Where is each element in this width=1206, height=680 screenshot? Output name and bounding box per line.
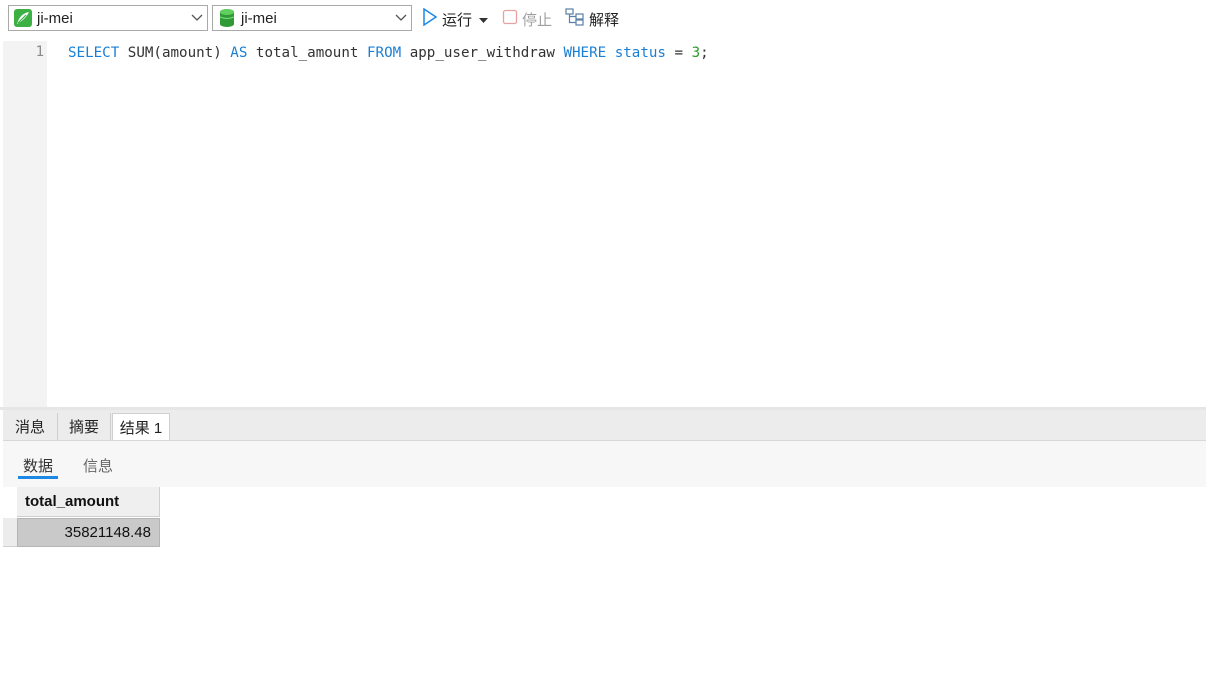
tab-label: 结果 1 — [119, 419, 163, 437]
database-select[interactable]: ji-mei — [212, 5, 412, 31]
column-header-label: total_amount — [25, 493, 120, 510]
caret-down-icon[interactable] — [479, 11, 489, 28]
tab-result-1[interactable]: 结果 1 — [112, 413, 170, 440]
sql-line[interactable]: SELECT SUM(amount) AS total_amount FROM … — [68, 43, 709, 63]
sql-text: SUM(amount) — [119, 45, 231, 61]
sql-keyword: WHERE — [563, 45, 607, 61]
table-cell[interactable]: 35821148.48 — [17, 518, 160, 547]
sql-text: app_user_withdraw — [401, 45, 564, 61]
line-number: 1 — [35, 44, 44, 60]
tab-label: 摘要 — [68, 419, 99, 436]
result-tabs: 消息 摘要 结果 1 — [3, 410, 1206, 441]
sql-text: = — [665, 45, 692, 61]
toolbar: ji-mei ji-mei 运行 停止 解释 — [0, 0, 1206, 38]
explain-label: 解释 — [589, 11, 620, 29]
sql-keyword: status — [614, 45, 666, 61]
database-label: ji-mei — [241, 9, 277, 27]
result-grid: total_amount 35821148.48 — [3, 487, 1206, 680]
play-icon — [422, 7, 438, 30]
chevron-down-icon — [391, 8, 411, 28]
sql-text: total_amount — [247, 45, 367, 61]
subtab-data[interactable]: 数据 — [23, 455, 53, 476]
connection-leaf-icon — [13, 8, 33, 28]
database-cylinder-icon — [217, 8, 237, 28]
sql-keyword: FROM — [366, 45, 402, 61]
sql-text: ; — [700, 45, 709, 61]
stop-button[interactable]: 停止 — [502, 8, 552, 30]
tab-label: 消息 — [14, 419, 45, 436]
active-subtab-underline — [18, 476, 58, 479]
sql-keyword: AS — [230, 45, 248, 61]
tab-messages[interactable]: 消息 — [3, 413, 58, 440]
column-header[interactable]: total_amount — [17, 487, 160, 517]
stop-icon — [502, 9, 518, 29]
cell-value: 35821148.48 — [64, 524, 151, 541]
chevron-down-icon — [187, 8, 207, 28]
subtab-info[interactable]: 信息 — [83, 455, 113, 476]
sql-editor[interactable]: 1 SELECT SUM(amount) AS total_amount FRO… — [0, 41, 1206, 407]
run-label: 运行 — [442, 11, 473, 29]
explain-tree-icon — [565, 8, 585, 30]
connection-select[interactable]: ji-mei — [8, 5, 208, 31]
connection-label: ji-mei — [37, 9, 73, 27]
result-subtabs: 数据 信息 — [3, 441, 1206, 487]
run-button[interactable]: 运行 — [422, 7, 489, 30]
stop-label: 停止 — [522, 11, 553, 29]
row-indicator[interactable] — [3, 518, 17, 547]
sql-number: 3 — [691, 45, 701, 61]
sql-keyword: SELECT — [68, 45, 120, 61]
tab-summary[interactable]: 摘要 — [58, 413, 111, 440]
explain-button[interactable]: 解释 — [565, 8, 619, 30]
line-gutter: 1 — [3, 41, 47, 407]
